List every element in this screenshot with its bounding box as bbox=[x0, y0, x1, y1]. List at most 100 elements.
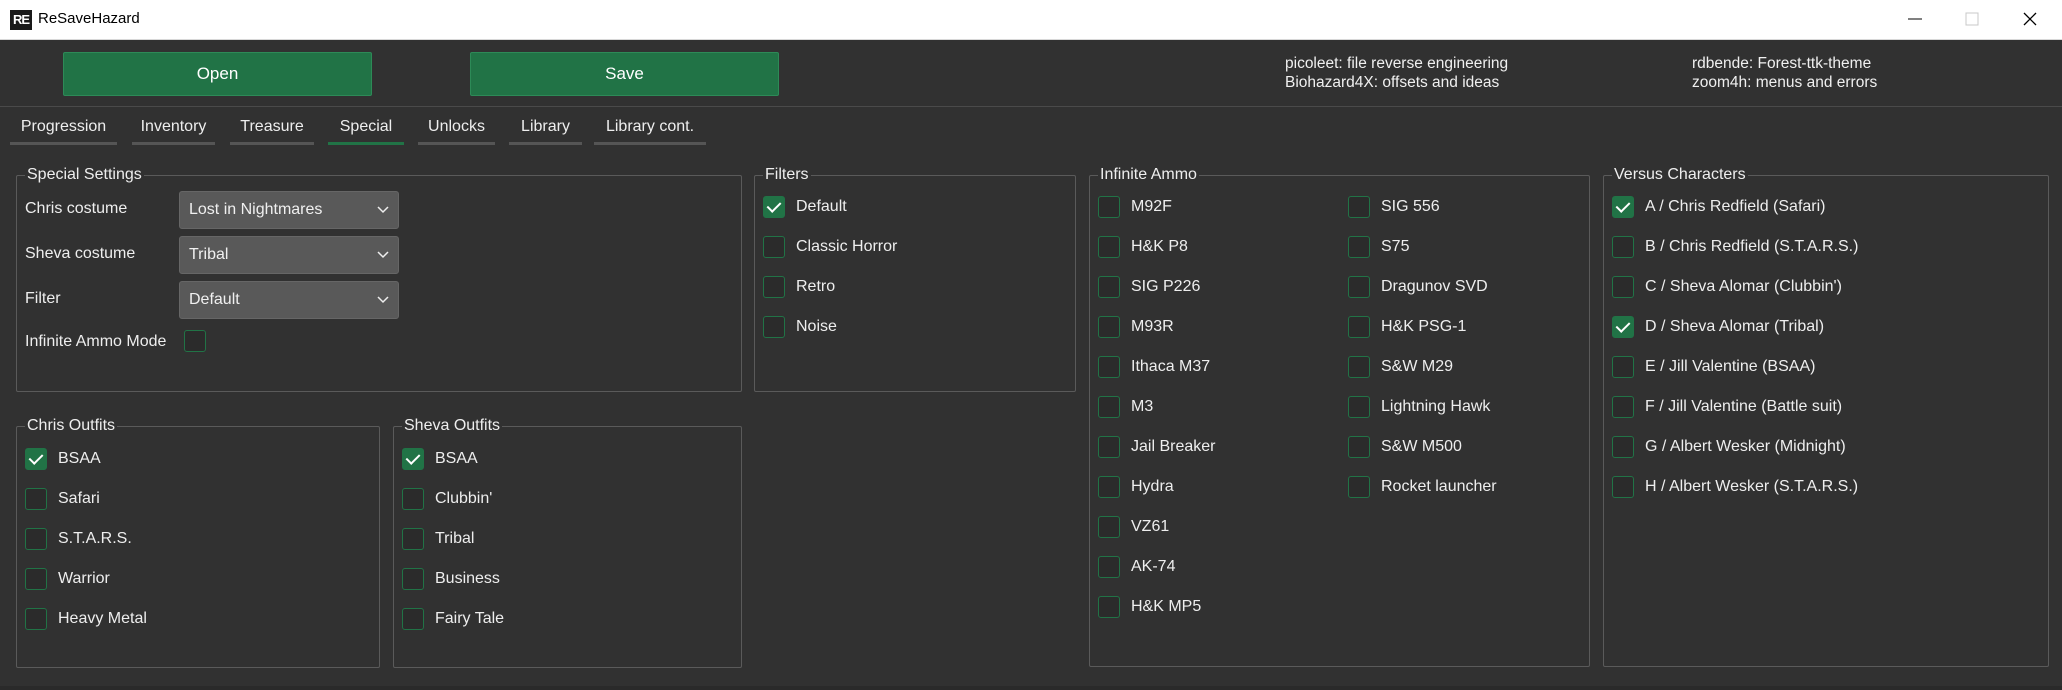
ammo-checkbox[interactable] bbox=[1348, 316, 1370, 338]
versus-checkbox-row[interactable]: E / Jill Valentine (BSAA) bbox=[1612, 355, 1815, 379]
sheva-outfit-checkbox[interactable] bbox=[402, 608, 424, 630]
tab-special[interactable]: Special bbox=[328, 114, 404, 145]
ammo-label: Dragunov SVD bbox=[1381, 278, 1488, 295]
sheva-outfit-checkbox[interactable] bbox=[402, 528, 424, 550]
chris-outfit-checkbox-row[interactable]: Safari bbox=[25, 487, 100, 511]
filter-checkbox[interactable] bbox=[763, 276, 785, 298]
filter-checkbox[interactable] bbox=[763, 236, 785, 258]
versus-checkbox[interactable] bbox=[1612, 436, 1634, 458]
tab-library[interactable]: Library bbox=[509, 114, 582, 145]
versus-checkbox[interactable] bbox=[1612, 276, 1634, 298]
ammo-checkbox-row[interactable]: Rocket launcher bbox=[1348, 475, 1497, 499]
ammo-checkbox-row[interactable]: M3 bbox=[1098, 395, 1153, 419]
chris-outfit-checkbox[interactable] bbox=[25, 568, 47, 590]
tab-library-cont[interactable]: Library cont. bbox=[594, 114, 706, 145]
ammo-checkbox-row[interactable]: AK-74 bbox=[1098, 555, 1175, 579]
filter-checkbox-row[interactable]: Retro bbox=[763, 275, 835, 299]
versus-checkbox-row[interactable]: D / Sheva Alomar (Tribal) bbox=[1612, 315, 1824, 339]
sheva-outfit-checkbox-row[interactable]: Tribal bbox=[402, 527, 474, 551]
chris-costume-select[interactable]: Lost in Nightmares bbox=[179, 191, 399, 229]
versus-checkbox[interactable] bbox=[1612, 476, 1634, 498]
sheva-outfit-checkbox[interactable] bbox=[402, 488, 424, 510]
chris-outfit-checkbox[interactable] bbox=[25, 528, 47, 550]
ammo-checkbox[interactable] bbox=[1348, 436, 1370, 458]
ammo-checkbox[interactable] bbox=[1098, 236, 1120, 258]
tab-inventory[interactable]: Inventory bbox=[132, 114, 215, 145]
tab-unlocks[interactable]: Unlocks bbox=[418, 114, 495, 145]
versus-checkbox-row[interactable]: H / Albert Wesker (S.T.A.R.S.) bbox=[1612, 475, 1858, 499]
ammo-checkbox-row[interactable]: H&K PSG-1 bbox=[1348, 315, 1466, 339]
versus-checkbox-row[interactable]: C / Sheva Alomar (Clubbin') bbox=[1612, 275, 1842, 299]
ammo-checkbox[interactable] bbox=[1098, 276, 1120, 298]
ammo-checkbox-row[interactable]: Hydra bbox=[1098, 475, 1174, 499]
ammo-checkbox[interactable] bbox=[1098, 596, 1120, 618]
ammo-checkbox[interactable] bbox=[1098, 396, 1120, 418]
sheva-costume-select[interactable]: Tribal bbox=[179, 236, 399, 274]
open-button[interactable]: Open bbox=[63, 52, 372, 96]
ammo-checkbox-row[interactable]: Lightning Hawk bbox=[1348, 395, 1490, 419]
ammo-checkbox[interactable] bbox=[1098, 516, 1120, 538]
sheva-outfit-checkbox-row[interactable]: Fairy Tale bbox=[402, 607, 504, 631]
ammo-checkbox[interactable] bbox=[1098, 316, 1120, 338]
maximize-button[interactable] bbox=[1947, 4, 1997, 34]
ammo-checkbox-row[interactable]: H&K P8 bbox=[1098, 235, 1188, 259]
ammo-checkbox[interactable] bbox=[1098, 556, 1120, 578]
ammo-checkbox[interactable] bbox=[1348, 196, 1370, 218]
filter-checkbox[interactable] bbox=[763, 196, 785, 218]
chris-outfit-checkbox-row[interactable]: BSAA bbox=[25, 447, 101, 471]
save-button[interactable]: Save bbox=[470, 52, 779, 96]
chris-outfit-checkbox[interactable] bbox=[25, 488, 47, 510]
ammo-checkbox-row[interactable]: S75 bbox=[1348, 235, 1409, 259]
sheva-outfit-checkbox-row[interactable]: Business bbox=[402, 567, 500, 591]
chris-outfit-checkbox-row[interactable]: Heavy Metal bbox=[25, 607, 147, 631]
versus-checkbox[interactable] bbox=[1612, 316, 1634, 338]
ammo-checkbox-row[interactable]: M92F bbox=[1098, 195, 1172, 219]
filter-checkbox-row[interactable]: Classic Horror bbox=[763, 235, 897, 259]
close-button[interactable] bbox=[2005, 4, 2055, 34]
versus-checkbox-row[interactable]: B / Chris Redfield (S.T.A.R.S.) bbox=[1612, 235, 1858, 259]
chris-outfit-checkbox-row[interactable]: Warrior bbox=[25, 567, 110, 591]
sheva-outfit-checkbox-row[interactable]: BSAA bbox=[402, 447, 478, 471]
sheva-outfit-checkbox[interactable] bbox=[402, 568, 424, 590]
minimize-button[interactable] bbox=[1890, 4, 1940, 34]
sheva-outfit-checkbox-row[interactable]: Clubbin' bbox=[402, 487, 492, 511]
versus-checkbox[interactable] bbox=[1612, 396, 1634, 418]
credit-line: Biohazard4X: offsets and ideas bbox=[1285, 74, 1500, 91]
ammo-checkbox-row[interactable]: VZ61 bbox=[1098, 515, 1169, 539]
chris-outfit-checkbox[interactable] bbox=[25, 448, 47, 470]
ammo-checkbox-row[interactable]: SIG P226 bbox=[1098, 275, 1200, 299]
ammo-checkbox-row[interactable]: H&K MP5 bbox=[1098, 595, 1201, 619]
ammo-checkbox[interactable] bbox=[1348, 396, 1370, 418]
filter-checkbox-row[interactable]: Default bbox=[763, 195, 847, 219]
tab-progression[interactable]: Progression bbox=[10, 114, 117, 145]
filter-select[interactable]: Default bbox=[179, 281, 399, 319]
ammo-checkbox[interactable] bbox=[1348, 236, 1370, 258]
chris-outfit-checkbox-row[interactable]: S.T.A.R.S. bbox=[25, 527, 132, 551]
versus-checkbox[interactable] bbox=[1612, 196, 1634, 218]
ammo-checkbox-row[interactable]: Ithaca M37 bbox=[1098, 355, 1210, 379]
filter-checkbox-row[interactable]: Noise bbox=[763, 315, 837, 339]
infinite-ammo-mode-checkbox[interactable] bbox=[184, 330, 206, 352]
versus-checkbox[interactable] bbox=[1612, 356, 1634, 378]
versus-checkbox-row[interactable]: A / Chris Redfield (Safari) bbox=[1612, 195, 1826, 219]
ammo-checkbox-row[interactable]: SIG 556 bbox=[1348, 195, 1440, 219]
versus-checkbox-row[interactable]: F / Jill Valentine (Battle suit) bbox=[1612, 395, 1842, 419]
tab-treasure[interactable]: Treasure bbox=[230, 114, 314, 145]
ammo-checkbox[interactable] bbox=[1348, 356, 1370, 378]
versus-checkbox-row[interactable]: G / Albert Wesker (Midnight) bbox=[1612, 435, 1846, 459]
filter-checkbox[interactable] bbox=[763, 316, 785, 338]
versus-checkbox[interactable] bbox=[1612, 236, 1634, 258]
ammo-checkbox-row[interactable]: Dragunov SVD bbox=[1348, 275, 1488, 299]
ammo-checkbox-row[interactable]: S&W M29 bbox=[1348, 355, 1453, 379]
ammo-checkbox-row[interactable]: M93R bbox=[1098, 315, 1174, 339]
sheva-outfit-checkbox[interactable] bbox=[402, 448, 424, 470]
ammo-checkbox[interactable] bbox=[1098, 436, 1120, 458]
ammo-checkbox[interactable] bbox=[1098, 356, 1120, 378]
ammo-checkbox[interactable] bbox=[1098, 476, 1120, 498]
ammo-checkbox-row[interactable]: Jail Breaker bbox=[1098, 435, 1215, 459]
chris-outfit-checkbox[interactable] bbox=[25, 608, 47, 630]
ammo-checkbox[interactable] bbox=[1098, 196, 1120, 218]
ammo-checkbox[interactable] bbox=[1348, 276, 1370, 298]
ammo-checkbox-row[interactable]: S&W M500 bbox=[1348, 435, 1462, 459]
ammo-checkbox[interactable] bbox=[1348, 476, 1370, 498]
